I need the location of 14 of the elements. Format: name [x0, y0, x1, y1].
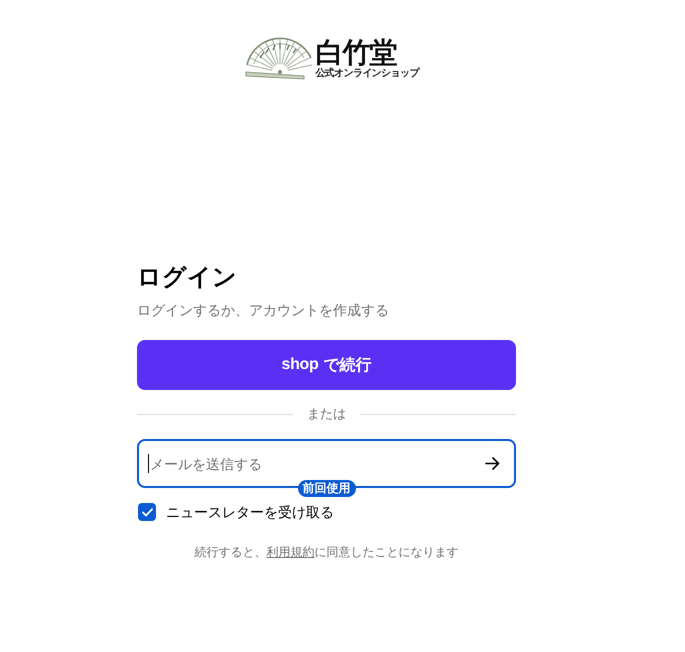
newsletter-label: ニュースレターを受け取る — [166, 503, 334, 522]
login-subtitle: ログインするか、アカウントを作成する — [137, 301, 389, 320]
terms-link[interactable]: 利用規約 — [266, 545, 314, 559]
login-title: ログイン — [137, 263, 237, 293]
newsletter-checkbox[interactable] — [138, 503, 156, 521]
shop-continue-button[interactable]: shop で続行 — [137, 340, 516, 390]
arrow-right-icon[interactable] — [485, 457, 500, 470]
terms-text: 続行すると、利用規約に同意したことになります — [194, 544, 460, 560]
check-icon — [142, 508, 152, 516]
brand-name: 白竹堂 — [315, 36, 396, 68]
brand-tagline: 公式オンラインショップ — [315, 68, 419, 80]
text-cursor-icon — [148, 454, 149, 473]
divider-text: または — [307, 406, 346, 422]
last-used-badge: 前回使用 — [298, 480, 356, 497]
